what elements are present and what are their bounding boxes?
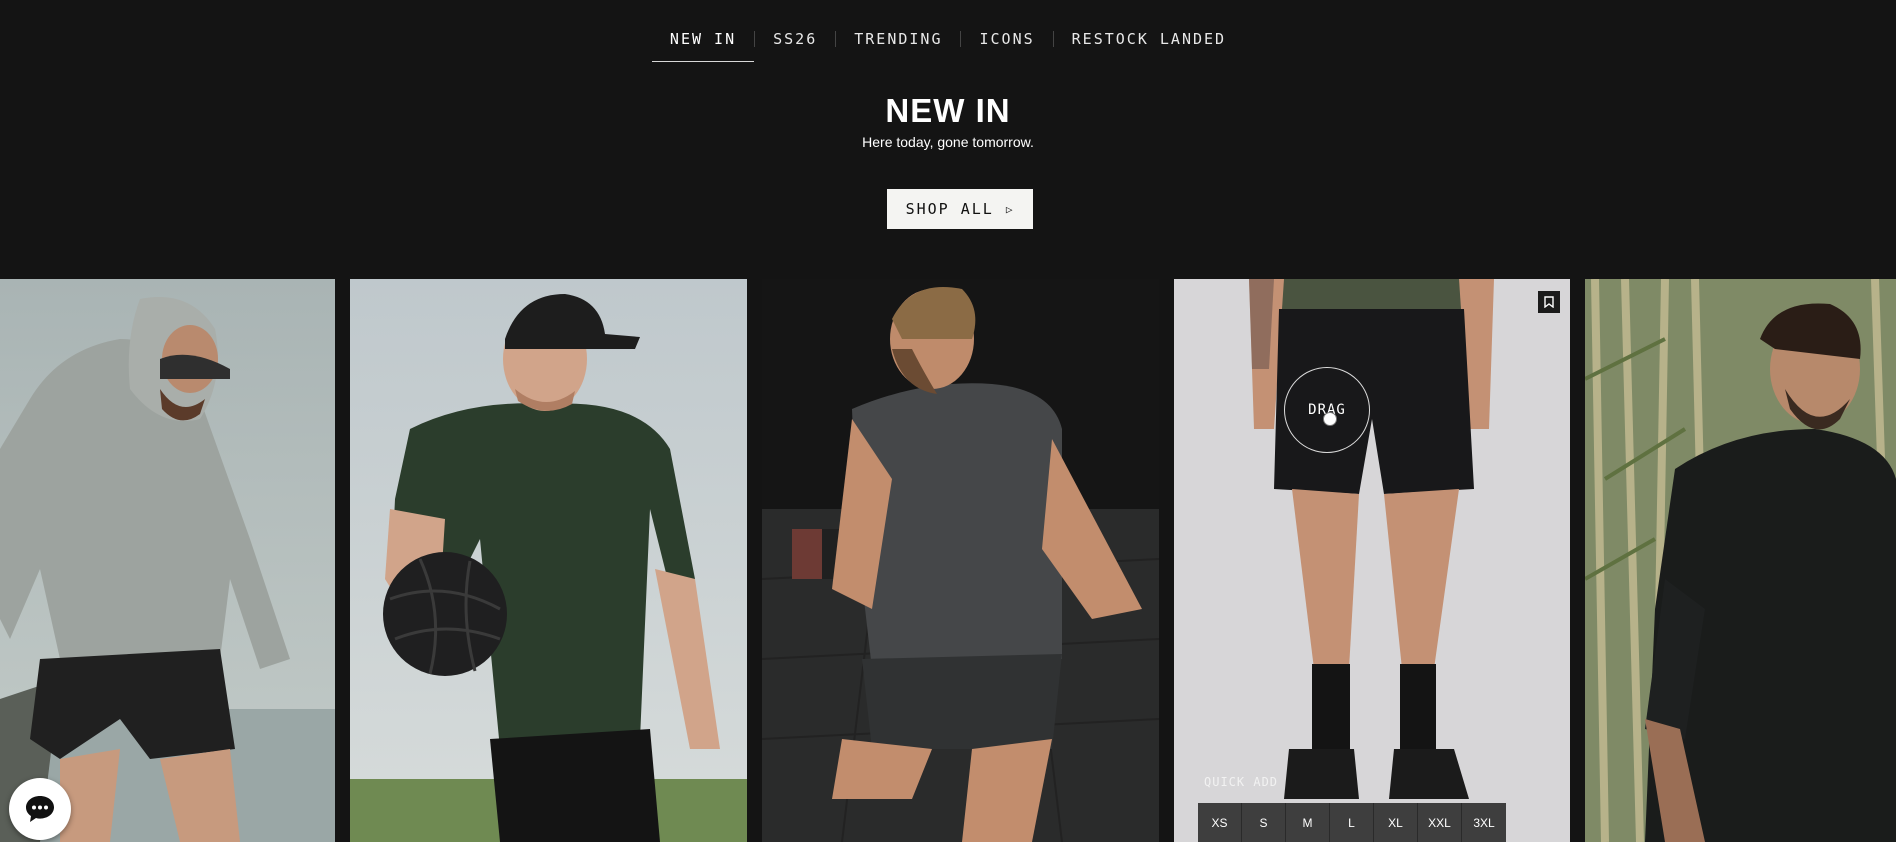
product-image: [1585, 279, 1896, 842]
quick-add-label: QUICK ADD: [1204, 775, 1279, 789]
size-button-3xl[interactable]: 3XL: [1462, 803, 1506, 842]
collection-tabs: NEW IN SS26 TRENDING ICONS RESTOCK LANDE…: [0, 22, 1896, 62]
product-image: [350, 279, 747, 842]
section-title: NEW IN: [885, 92, 1011, 129]
size-button-xs[interactable]: XS: [1198, 803, 1242, 842]
product-card[interactable]: [762, 279, 1159, 842]
tab-ss26[interactable]: SS26: [755, 22, 835, 62]
product-image: [762, 279, 1159, 842]
tab-icons[interactable]: ICONS: [961, 22, 1052, 62]
section-subtitle: Here today, gone tomorrow.: [862, 134, 1034, 150]
bookmark-icon[interactable]: [1538, 291, 1560, 313]
pointer-icon: [1323, 412, 1337, 426]
product-image: [0, 279, 335, 842]
shop-all-label: SHOP ALL: [905, 200, 994, 218]
tab-trending[interactable]: TRENDING: [836, 22, 960, 62]
product-card[interactable]: [1585, 279, 1896, 842]
drag-cursor: DRAG: [1284, 367, 1370, 453]
chat-launcher-button[interactable]: [9, 778, 71, 840]
size-button-xxl[interactable]: XXL: [1418, 803, 1462, 842]
chat-bubble-icon: [26, 796, 54, 822]
size-button-l[interactable]: L: [1330, 803, 1374, 842]
product-image: [1174, 279, 1570, 842]
size-button-m[interactable]: M: [1286, 803, 1330, 842]
size-button-s[interactable]: S: [1242, 803, 1286, 842]
product-card[interactable]: [350, 279, 747, 842]
size-selector: XS S M L XL XXL 3XL: [1198, 803, 1506, 842]
play-icon: ▷: [1005, 202, 1015, 216]
product-card[interactable]: DRAG QUICK ADD XS S M L XL XXL 3XL: [1174, 279, 1570, 842]
tab-restock-landed[interactable]: RESTOCK LANDED: [1054, 22, 1244, 62]
tab-new-in[interactable]: NEW IN: [651, 22, 755, 62]
shop-all-button[interactable]: SHOP ALL ▷: [887, 189, 1033, 229]
product-card[interactable]: [0, 279, 335, 842]
size-button-xl[interactable]: XL: [1374, 803, 1418, 842]
